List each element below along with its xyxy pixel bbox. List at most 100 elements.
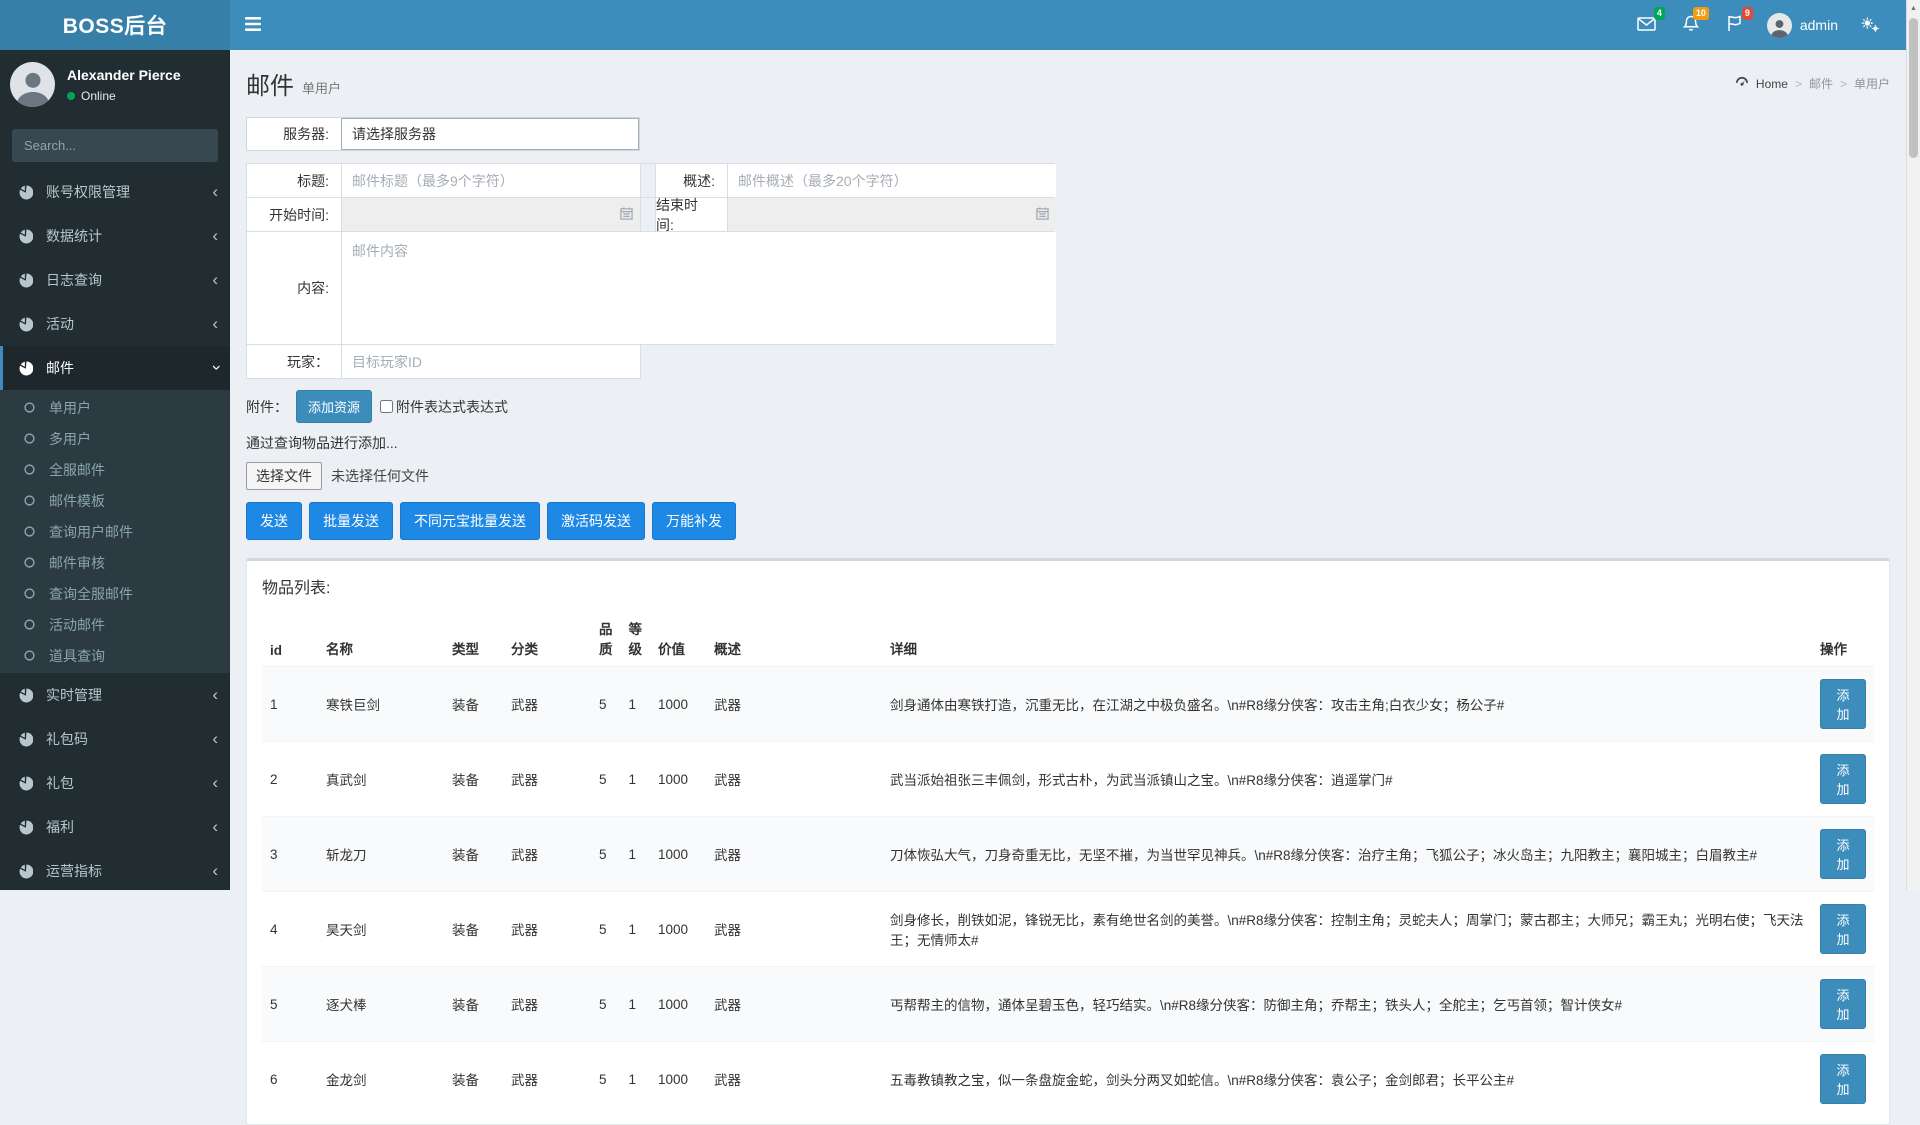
sidebar-search-input[interactable] [12,129,212,162]
sidebar-item-3[interactable]: 活动‹ [0,302,230,346]
sidebar-subitem-4[interactable]: 查询用户邮件 [0,516,230,547]
sidebar-item-label: 实时管理 [46,685,102,705]
item-actions: 添加 [1812,1042,1874,1117]
online-dot-icon [67,92,75,100]
sidebar-item-1[interactable]: 数据统计‹ [0,214,230,258]
items-table-header: id名称类型分类品质等级价值概述详细操作 [262,610,1874,667]
column-header: 等级 [621,610,651,667]
send-action-button-1[interactable]: 批量发送 [309,502,393,540]
scrollbar-up-arrow[interactable]: ▲ [1907,0,1920,16]
sidebar-item-label: 礼包码 [46,729,88,749]
send-action-button-4[interactable]: 万能补发 [652,502,736,540]
sidebar-item-6[interactable]: 礼包码 ‹ [0,717,230,761]
sidebar-item-2[interactable]: 日志查询‹ [0,258,230,302]
sidebar-subitem-label: 道具查询 [49,646,105,666]
column-header: 分类 [503,610,591,667]
column-header: 操作 [1812,610,1874,667]
sidebar-subitem-3[interactable]: 邮件模板 [0,485,230,516]
item-level: 1 [621,667,651,742]
item-detail: 剑身通体由寒铁打造，沉重无比，在江湖之中极负盛名。\n#R8缘分侠客：攻击主角;… [882,667,1812,742]
sidebar-user-panel: Alexander Pierce Online [0,50,230,121]
navbar-right: 4 10 9 admin [1625,0,1920,50]
item-summary: 武器 [706,1042,882,1117]
add-item-button[interactable]: 添加 [1820,904,1866,954]
item-level: 1 [621,1042,651,1117]
chevron-left-icon: ‹ [212,315,218,332]
scrollbar-thumb[interactable] [1909,18,1918,158]
sidebar-item-4[interactable]: 邮件‹ [0,346,230,390]
item-type: 装备 [444,667,503,742]
sidebar-subitem-0[interactable]: 单用户 [0,392,230,423]
sidebar-subitem-1[interactable]: 多用户 [0,423,230,454]
item-value: 1000 [650,817,706,892]
add-item-button[interactable]: 添加 [1820,829,1866,879]
notifications-badge: 10 [1693,7,1709,20]
add-item-button[interactable]: 添加 [1820,679,1866,729]
player-input[interactable] [342,345,640,378]
item-quality: 5 [591,1042,621,1117]
send-action-button-2[interactable]: 不同元宝批量发送 [400,502,540,540]
breadcrumb-mail[interactable]: 邮件 [1809,75,1833,92]
app-logo[interactable]: BOSS后台 [0,0,230,50]
sidebar-item-8[interactable]: 福利‹ [0,805,230,849]
item-id: 4 [262,892,318,967]
item-row-3: 3斩龙刀装备武器511000武器刀体恢弘大气，刀身奇重无比，无坚不摧，为当世罕见… [262,817,1874,892]
sidebar-item-5[interactable]: 实时管理 ‹ [0,673,230,717]
messages-menu[interactable]: 4 [1625,0,1669,50]
add-resource-button[interactable]: 添加资源 [296,390,372,423]
sidebar-item-0[interactable]: 账号权限管理‹ [0,170,230,214]
sidebar-subitem-5[interactable]: 邮件审核 [0,547,230,578]
chevron-left-icon: ‹ [212,686,218,703]
item-value: 1000 [650,667,706,742]
notifications-menu[interactable]: 10 [1669,0,1713,50]
sidebar-item-7[interactable]: 礼包‹ [0,761,230,805]
sidebar-search-button[interactable] [212,129,218,162]
choose-file-button[interactable]: 选择文件 [246,462,322,490]
navbar-main: 4 10 9 admin [230,0,1920,50]
item-id: 1 [262,667,318,742]
content-textarea[interactable] [342,232,1056,344]
breadcrumb-home[interactable]: Home [1756,77,1788,91]
server-select[interactable]: 请选择服务器 [341,118,639,150]
user-menu[interactable]: admin [1757,0,1848,50]
column-header: id [262,610,318,667]
username-label: admin [1800,17,1838,33]
sidebar-item-9[interactable]: 运营指标‹ [0,849,230,890]
form-gap [641,198,655,231]
add-item-button[interactable]: 添加 [1820,979,1866,1029]
item-value: 1000 [650,892,706,967]
sidebar-user-status[interactable]: Online [67,89,181,103]
sidebar-subitem-7[interactable]: 活动邮件 [0,609,230,640]
add-item-button[interactable]: 添加 [1820,1054,1866,1104]
sidebar-toggle-button[interactable] [230,0,276,50]
column-header: 名称 [318,610,444,667]
page-scrollbar[interactable]: ▲ [1906,0,1920,890]
sidebar-subitem-2[interactable]: 全服邮件 [0,454,230,485]
circle-icon [24,402,42,413]
chevron-left-icon: ‹ [212,730,218,747]
item-level: 1 [621,817,651,892]
summary-input[interactable] [728,164,1056,197]
sidebar-subitem-8[interactable]: 道具查询 [0,640,230,671]
control-sidebar-toggle[interactable] [1848,0,1892,50]
sidebar-subitem-label: 全服邮件 [49,460,105,480]
item-detail: 武当派始祖张三丰佩剑，形式古朴，为武当派镇山之宝。\n#R8缘分侠客：逍遥掌门# [882,742,1812,817]
attachment-expression-checkbox[interactable] [380,400,393,413]
item-type: 装备 [444,892,503,967]
start-time-input[interactable] [342,198,640,231]
circle-icon [24,619,42,630]
items-box-title: 物品列表: [247,561,1889,604]
tasks-menu[interactable]: 9 [1713,0,1757,50]
item-summary: 武器 [706,742,882,817]
item-row-6: 6金龙剑装备武器511000武器五毒教镇教之宝，似一条盘旋金蛇，剑头分两叉如蛇信… [262,1042,1874,1117]
send-actions-row: 发送批量发送不同元宝批量发送激活码发送万能补发 [246,502,1890,540]
add-item-button[interactable]: 添加 [1820,754,1866,804]
send-action-button-0[interactable]: 发送 [246,502,302,540]
sidebar-subitem-6[interactable]: 查询全服邮件 [0,578,230,609]
pie-chart-icon [18,229,38,244]
end-time-input[interactable] [728,198,1056,231]
title-input[interactable] [342,164,640,197]
send-action-button-3[interactable]: 激活码发送 [547,502,645,540]
top-navbar: BOSS后台 4 10 [0,0,1920,50]
envelope-icon [1637,17,1656,34]
